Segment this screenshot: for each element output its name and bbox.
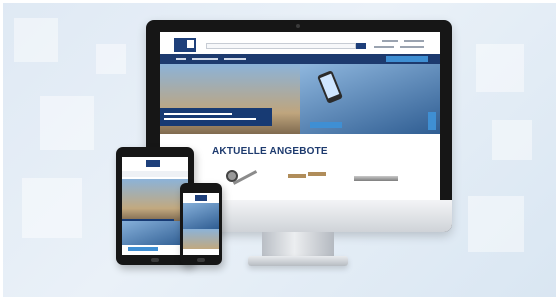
- background-tile: [40, 96, 94, 150]
- nav-cta-button[interactable]: [386, 56, 428, 62]
- search-icon[interactable]: [356, 43, 366, 49]
- background-tile: [22, 178, 82, 238]
- tablet-secondary-banner: [122, 221, 188, 245]
- phone-secondary-banner: [183, 229, 219, 249]
- smartphone-screen: [183, 193, 219, 255]
- header-utility-link: [374, 46, 394, 48]
- site-search-input[interactable]: [206, 43, 356, 49]
- header-utility-link: [400, 46, 424, 48]
- nav-item: [176, 58, 186, 60]
- tablet-hero-image: [122, 179, 188, 231]
- tablet-site-logo: [146, 160, 160, 167]
- product-door-handle[interactable]: [220, 162, 260, 192]
- tablet-screen: [122, 157, 188, 255]
- nav-item: [192, 58, 218, 60]
- product-hinge[interactable]: [282, 162, 334, 192]
- tablet-cta-button[interactable]: [128, 247, 158, 251]
- section-title: AKTUELLE ANGEBOTE: [212, 146, 328, 157]
- hero-banner: [160, 64, 440, 134]
- tablet-search-input[interactable]: [122, 171, 188, 177]
- header-utility-link: [404, 40, 424, 42]
- monitor-stand-neck: [262, 232, 334, 258]
- hero-caption-box: [160, 108, 272, 126]
- nav-item: [224, 58, 246, 60]
- background-tile: [468, 196, 524, 252]
- background-tile: [492, 120, 532, 160]
- background-tile: [476, 44, 524, 92]
- site-header: [160, 32, 440, 54]
- site-main-nav: [160, 54, 440, 64]
- phone-hero-image: [183, 203, 219, 229]
- side-feedback-tab[interactable]: [428, 112, 436, 130]
- monitor-stand-base: [248, 256, 348, 266]
- background-tile: [96, 44, 126, 74]
- product-rail[interactable]: [350, 162, 402, 192]
- marketing-banner: { "hero": { "monitor_section_title": "AK…: [0, 0, 559, 300]
- background-tile: [14, 18, 58, 62]
- header-utility-link: [382, 40, 398, 42]
- tablet-site-header: [122, 157, 188, 169]
- tablet-home-button: [151, 258, 159, 262]
- monitor-screen: AKTUELLE ANGEBOTE: [160, 32, 440, 200]
- webcam-dot: [296, 24, 300, 28]
- product-row: [216, 162, 416, 194]
- hero-cta-button[interactable]: [310, 122, 342, 128]
- site-logo: [174, 38, 196, 52]
- phone-home-button: [197, 258, 205, 262]
- phone-site-logo: [195, 195, 207, 201]
